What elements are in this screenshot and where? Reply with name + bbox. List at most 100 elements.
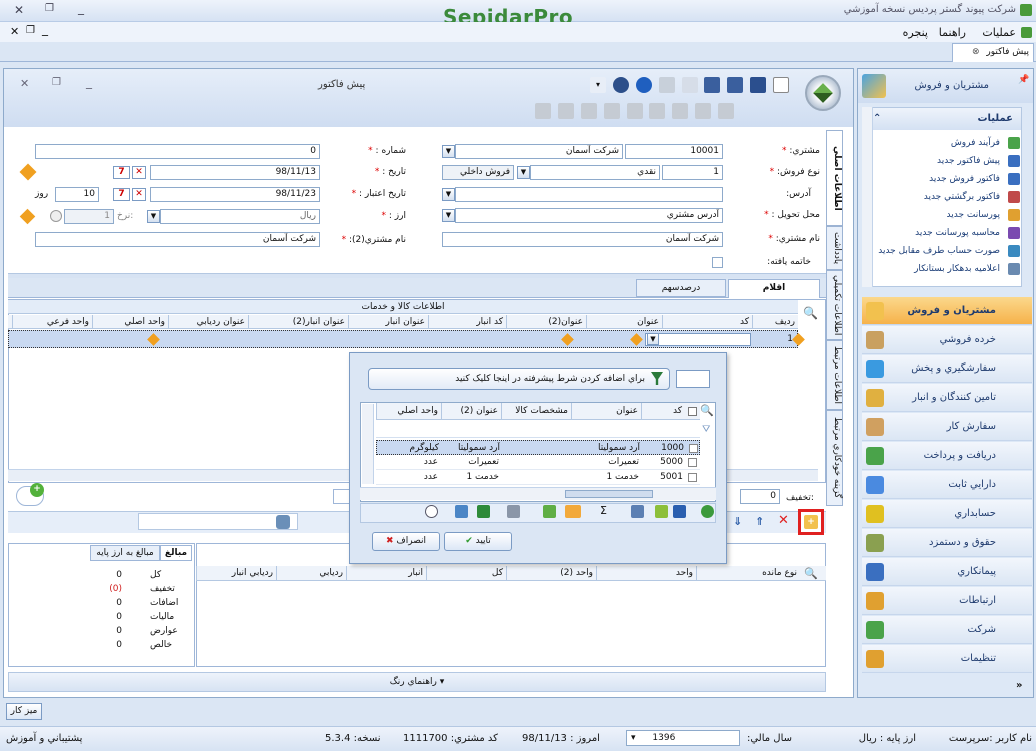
stock-col-unit[interactable]: واحد xyxy=(596,566,696,580)
lookup-sum-icon[interactable]: Σ xyxy=(597,504,610,518)
tab-base-amounts[interactable]: مبالغ به ارز پايه xyxy=(90,545,160,561)
advanced-filter-button[interactable]: براي اضافه كردن شرط پيشرفته در اينجا كلي… xyxy=(368,368,670,390)
sidebar-op-item[interactable]: صورت حساب طرف مقابل جديد xyxy=(872,243,1022,259)
sidebar-module-item[interactable]: دارايي ثابت xyxy=(862,471,1032,499)
save-new-icon[interactable] xyxy=(727,77,744,93)
menu-help[interactable]: راهنما xyxy=(939,26,966,39)
minimize-icon[interactable]: _ xyxy=(78,1,84,15)
sidebar-module-item[interactable]: مشتريان و فروش xyxy=(862,297,1032,325)
sidebar-module-item[interactable]: خرده فروشي xyxy=(862,326,1032,354)
save-as-icon[interactable] xyxy=(704,77,721,93)
lookup-excel-icon[interactable] xyxy=(477,505,490,518)
delete-record-icon[interactable] xyxy=(695,103,712,119)
lookup-search-icon[interactable]: 🔍 xyxy=(700,404,714,417)
lookup-select-all-checkbox[interactable] xyxy=(688,407,697,416)
help-icon[interactable] xyxy=(612,77,629,93)
lookup-columns-icon[interactable] xyxy=(631,505,644,518)
delete-row-icon[interactable]: ✕ xyxy=(778,513,789,528)
restore-icon[interactable]: ❐ xyxy=(45,3,54,14)
mdi-close-icon[interactable]: ✕ xyxy=(10,25,19,38)
col-main-unit[interactable]: واحد اصلي xyxy=(92,315,168,329)
operations-title-bar[interactable]: عمليات ⌃ xyxy=(863,108,1021,130)
lookup-col-unit[interactable]: واحد اصلي xyxy=(376,403,441,420)
lookup-col-title[interactable]: عنوان xyxy=(571,403,641,420)
lookup-print-icon[interactable] xyxy=(507,505,520,518)
doc-tab-pre-invoice[interactable]: پيش فاکتور ⊗ xyxy=(952,43,1034,62)
sidebar-module-item[interactable]: سفارشگيري و پخش xyxy=(862,355,1032,383)
info-icon[interactable] xyxy=(635,77,652,93)
sidebar-op-item[interactable]: فاکتور فروش جديد xyxy=(872,171,1022,187)
customer-code-field[interactable]: 10001 xyxy=(625,144,723,159)
discount-field[interactable]: 0 xyxy=(740,489,780,504)
customer-dropdown[interactable]: ▼ xyxy=(442,145,455,158)
date-calendar-icon[interactable]: 7 xyxy=(113,166,130,179)
col-store-title[interactable]: عنوان انبار xyxy=(348,315,428,329)
sidebar-pin-icon[interactable]: 📌 xyxy=(1018,75,1029,85)
vtab-notes[interactable]: يادداشت xyxy=(826,226,843,270)
date-clear-icon[interactable]: ✕ xyxy=(132,166,146,179)
stock-col-store-tracking[interactable]: رديابي انبار xyxy=(196,566,276,580)
address-field[interactable] xyxy=(455,187,723,202)
fiscal-year-select[interactable]: ▾ 1396 xyxy=(626,730,740,746)
lookup-col-code[interactable]: کد xyxy=(641,403,685,420)
grid-input-box[interactable] xyxy=(138,513,298,530)
prev-record-icon[interactable] xyxy=(557,103,574,119)
first-record-icon[interactable] xyxy=(535,103,551,119)
close-record-icon[interactable] xyxy=(718,103,734,119)
mdi-restore-icon[interactable]: ❐ xyxy=(26,25,35,36)
filter-color-box[interactable] xyxy=(676,370,710,388)
col-row[interactable]: رديف xyxy=(752,315,798,329)
new-document-icon[interactable] xyxy=(773,77,789,93)
lookup-filter-row[interactable]: ⛛ xyxy=(376,421,710,438)
close-icon[interactable]: ✕ xyxy=(14,3,24,17)
save-icon[interactable] xyxy=(750,77,767,93)
menu-window[interactable]: پنجره xyxy=(903,26,928,39)
lookup-filter-green-icon[interactable] xyxy=(655,505,668,518)
row-checkbox[interactable] xyxy=(688,458,697,467)
attach-icon[interactable] xyxy=(626,103,643,119)
sidebar-module-item[interactable]: ارتباطات xyxy=(862,587,1032,615)
stock-search-icon[interactable]: 🔍 xyxy=(804,567,818,580)
doc-tab-close-icon[interactable]: ⊗ xyxy=(972,47,980,57)
lookup-hscrollbar[interactable] xyxy=(360,487,716,500)
dropdown-icon[interactable]: ▾ xyxy=(590,77,606,93)
refresh-grid-icon[interactable] xyxy=(276,515,290,529)
collapse-down-icon[interactable]: ⇓ xyxy=(733,515,742,528)
sale-type-code-field[interactable]: 1 xyxy=(662,165,723,180)
col-sub-unit[interactable]: واحد فرعي xyxy=(12,315,92,329)
vtab-extra-info[interactable]: اطلاعات تکميلي xyxy=(826,270,843,340)
stock-col-type[interactable]: نوع مانده xyxy=(696,566,800,580)
sidebar-op-item[interactable]: فاکتور برگشتي جديد xyxy=(872,189,1022,205)
window-close-icon[interactable]: ✕ xyxy=(20,77,29,90)
validity-date-field[interactable]: 98/11/23 xyxy=(150,187,320,202)
rate-refresh-icon[interactable] xyxy=(50,210,62,222)
stock-col-total[interactable]: کل xyxy=(426,566,506,580)
lookup-remove-icon[interactable] xyxy=(425,505,438,518)
date-field[interactable]: 98/11/13 xyxy=(150,165,320,180)
tab-share-percent[interactable]: درصدسهم xyxy=(636,279,726,297)
stock-col-tracking[interactable]: رديابي xyxy=(276,566,346,580)
sidebar-expand-icon[interactable]: » xyxy=(1016,680,1022,691)
list-item[interactable]: 5000 تعميرات تعميرات عدد xyxy=(376,455,700,470)
lookup-col-title2[interactable]: عنوان (2) xyxy=(441,403,501,420)
next-record-icon[interactable] xyxy=(580,103,597,119)
mdi-minimize-icon[interactable]: _ xyxy=(42,22,48,36)
desktop-button[interactable]: ميز کار xyxy=(6,703,42,720)
sidebar-module-item[interactable]: سفارش کار xyxy=(862,413,1032,441)
customer-name-value-field[interactable]: شرکت آسمان xyxy=(442,232,723,247)
sidebar-module-item[interactable]: دريافت و پرداخت xyxy=(862,442,1032,470)
currency-dropdown[interactable]: ▼ xyxy=(147,210,160,223)
currency-field[interactable]: ريال xyxy=(160,209,320,224)
sidebar-module-item[interactable]: تنظيمات xyxy=(862,645,1032,673)
print-icon[interactable] xyxy=(658,77,675,93)
sidebar-module-item[interactable]: پيمانکاري xyxy=(862,558,1032,586)
grid-search-icon[interactable]: 🔍 xyxy=(803,306,818,320)
vtab-related-info[interactable]: اطلاعات مرتبط xyxy=(826,340,843,410)
sidebar-op-item[interactable]: محاسبه پورسانت جديد xyxy=(872,225,1022,241)
lookup-chart-icon[interactable] xyxy=(543,505,556,518)
closed-checkbox[interactable] xyxy=(712,257,723,268)
table-row[interactable]: 1 ▼ xyxy=(8,330,805,348)
stock-col-unit2[interactable]: واحد (2) xyxy=(506,566,596,580)
delivery-field[interactable]: آدرس مشتري xyxy=(455,208,723,223)
code-cell-dropdown[interactable]: ▼ xyxy=(647,333,659,345)
